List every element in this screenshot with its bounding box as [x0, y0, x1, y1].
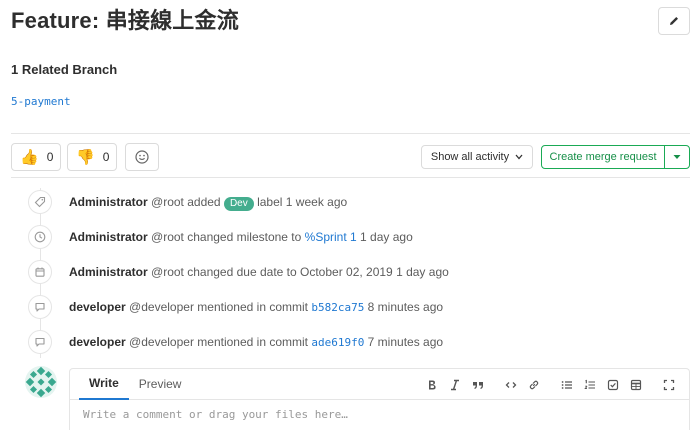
issue-header: Feature: 串接線上金流 — [11, 6, 690, 40]
related-branches-heading: 1 Related Branch — [11, 62, 118, 77]
numbered-list-icon[interactable] — [580, 375, 600, 395]
milestone-link[interactable]: %Sprint 1 — [305, 230, 357, 244]
smiley-icon — [135, 150, 149, 164]
event-text: Administrator @root changed milestone to… — [69, 225, 413, 249]
thumbs-down-icon: 👎 — [76, 148, 95, 166]
add-reaction-button[interactable] — [125, 143, 159, 171]
tab-preview[interactable]: Preview — [129, 369, 192, 400]
timeline-event: Administrator @root changed due date to … — [28, 260, 449, 284]
event-author[interactable]: Administrator — [69, 230, 148, 244]
award-thumbs-up-button[interactable]: 👍 0 — [11, 143, 61, 171]
event-time: 7 minutes ago — [367, 334, 444, 349]
code-icon[interactable] — [501, 375, 521, 395]
commit-link[interactable]: b582ca75 — [311, 301, 364, 314]
activity-filter-dropdown[interactable]: Show all activity — [421, 145, 533, 169]
event-handle[interactable]: @root — [151, 265, 184, 279]
comment-textarea[interactable]: Write a comment or drag your files here… — [70, 400, 689, 429]
tab-write[interactable]: Write — [79, 369, 129, 400]
issue-title: Feature: 串接線上金流 — [11, 8, 239, 33]
task-list-icon[interactable] — [603, 375, 623, 395]
event-action: changed due date to October 02, 2019 — [187, 265, 393, 279]
event-author[interactable]: developer — [69, 300, 126, 314]
event-author[interactable]: Administrator — [69, 195, 148, 209]
event-time: 1 week ago — [285, 195, 348, 209]
thumbs-up-count: 0 — [46, 150, 54, 164]
event-time: 8 minutes ago — [367, 299, 444, 314]
thumbs-down-count: 0 — [102, 150, 110, 164]
timeline-event: developer @developer mentioned in commit… — [28, 330, 443, 354]
event-action: mentioned in commit — [197, 299, 308, 314]
comment-form: Write Preview Write a comment or drag yo… — [69, 368, 690, 430]
tag-icon — [28, 190, 52, 214]
event-time: 1 day ago — [360, 230, 413, 244]
event-handle[interactable]: @root — [151, 230, 184, 244]
event-handle[interactable]: @developer — [129, 335, 194, 349]
event-handle[interactable]: @developer — [129, 300, 194, 314]
event-action-suffix: label — [257, 195, 283, 209]
table-icon[interactable] — [626, 375, 646, 395]
calendar-icon — [28, 260, 52, 284]
create-merge-request-label: Create merge request — [549, 151, 657, 163]
divider — [11, 177, 690, 178]
activity-filter-label: Show all activity — [430, 151, 510, 163]
event-text: Administrator @root added Dev label 1 we… — [69, 190, 347, 214]
bold-icon[interactable] — [422, 375, 442, 395]
comment-tabs: Write Preview — [70, 369, 689, 400]
chevron-down-icon — [515, 154, 523, 160]
create-merge-request-group: Create merge request — [541, 145, 690, 169]
thumbs-up-icon: 👍 — [20, 148, 39, 166]
award-thumbs-down-button[interactable]: 👎 0 — [67, 143, 117, 171]
event-author[interactable]: Administrator — [69, 265, 148, 279]
avatar[interactable] — [25, 366, 57, 398]
commit-link[interactable]: ade619f0 — [311, 336, 364, 349]
event-action: mentioned in commit — [197, 334, 308, 349]
pencil-icon — [670, 17, 678, 25]
comment-icon — [28, 330, 52, 354]
link-icon[interactable] — [524, 375, 544, 395]
edit-title-button[interactable] — [658, 7, 690, 35]
create-merge-request-button[interactable]: Create merge request — [542, 146, 665, 168]
quote-icon[interactable] — [468, 375, 488, 395]
fullscreen-icon[interactable] — [659, 375, 679, 395]
comment-placeholder: Write a comment or drag your files here… — [83, 408, 348, 421]
merge-request-dropdown-toggle[interactable] — [665, 146, 689, 168]
identicon-avatar-icon — [25, 366, 57, 398]
divider — [11, 133, 690, 134]
comment-icon — [28, 295, 52, 319]
bullet-list-icon[interactable] — [557, 375, 577, 395]
branch-link[interactable]: 5-payment — [11, 95, 71, 108]
event-text: Administrator @root changed due date to … — [69, 260, 449, 284]
event-handle[interactable]: @root — [151, 195, 184, 209]
event-text: developer @developer mentioned in commit… — [69, 295, 443, 320]
timeline-event: Administrator @root changed milestone to… — [28, 225, 413, 249]
italic-icon[interactable] — [445, 375, 465, 395]
event-action: changed milestone to — [187, 230, 302, 244]
event-text: developer @developer mentioned in commit… — [69, 330, 443, 355]
caret-down-icon — [673, 155, 681, 159]
label-badge-dev[interactable]: Dev — [223, 197, 254, 211]
event-author[interactable]: developer — [69, 335, 126, 349]
event-time: 1 day ago — [396, 265, 449, 279]
timeline-event: Administrator @root added Dev label 1 we… — [28, 190, 347, 214]
event-action: added — [187, 195, 221, 209]
clock-icon — [28, 225, 52, 249]
timeline-event: developer @developer mentioned in commit… — [28, 295, 443, 319]
markdown-toolbar — [419, 369, 679, 400]
